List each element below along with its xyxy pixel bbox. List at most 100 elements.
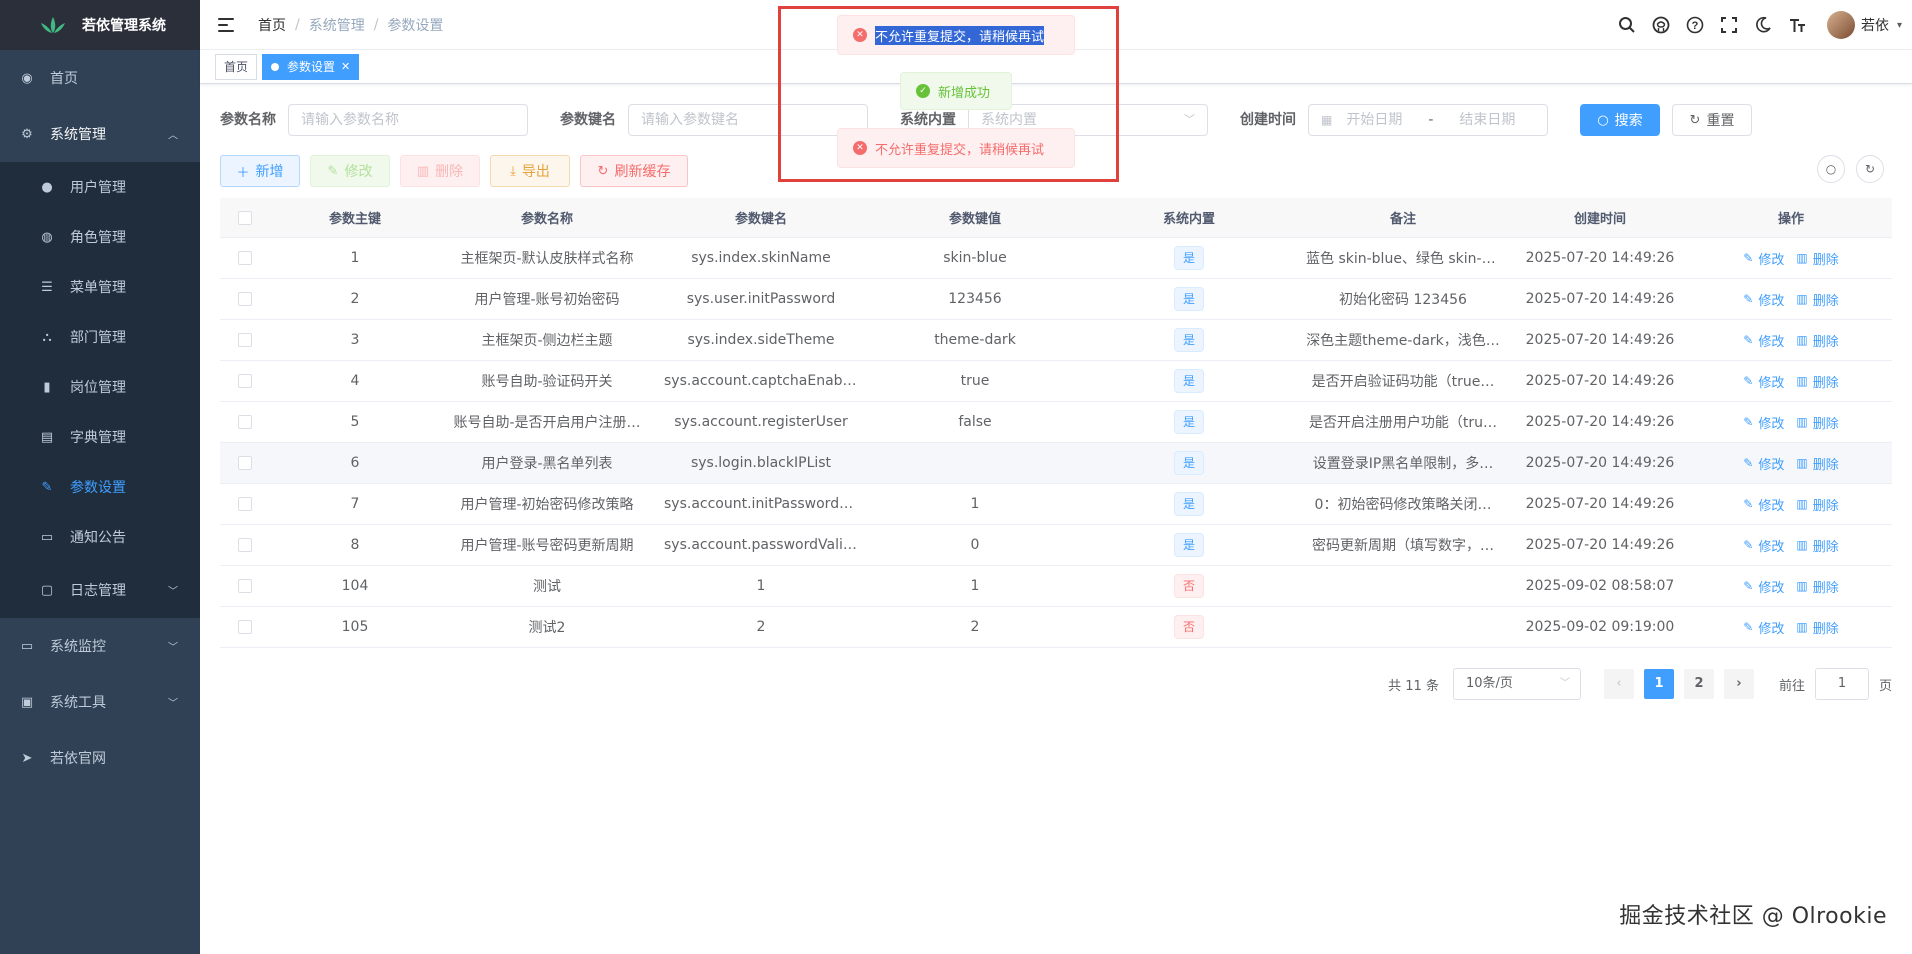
table-row[interactable]: 1 主框架页-默认皮肤样式名称 sys.index.skinName skin-blu… [220,238,1892,279]
table-row[interactable]: 6 用户登录-黑名单列表 sys.login.blackIPList 是 设置登录IP黑… [220,443,1892,484]
caret-down-icon[interactable]: ▾ [1897,20,1902,31]
github-icon[interactable] [1651,15,1671,35]
sidebar-item-post[interactable]: ▮ 岗位管理 [0,362,200,412]
breadcrumb-item[interactable]: 系统管理 [309,15,365,35]
sidebar-item-system[interactable]: ⚙ 系统管理 ︿ [0,106,200,162]
table-row[interactable]: 105 测试2 2 2 否 2025-09-02 09:19:00 ✎ 修改 ▥ 删除 [220,607,1892,648]
column-header: 操作 [1777,212,1804,227]
table-row[interactable]: 8 用户管理-账号密码更新周期 sys.account.passwordValid…… [220,525,1892,566]
next-page-button[interactable]: › [1723,669,1754,699]
error-icon: ✕ [853,28,867,42]
row-edit-button[interactable]: ✎ 修改 [1743,454,1784,473]
row-delete-button[interactable]: ▥ 删除 [1796,331,1838,350]
row-checkbox[interactable] [238,579,252,593]
row-edit-button[interactable]: ✎ 修改 [1743,413,1784,432]
row-edit-button[interactable]: ✎ 修改 [1743,290,1784,309]
sidebar-item-log[interactable]: ▢ 日志管理 ﹀ [0,562,200,618]
username[interactable]: 若依 [1861,15,1889,35]
prev-page-button[interactable]: ‹ [1603,669,1634,699]
sidebar-item-user[interactable]: ● 用户管理 [0,162,200,212]
row-delete-button[interactable]: ▥ 删除 [1796,290,1838,309]
row-edit-button[interactable]: ✎ 修改 [1743,495,1784,514]
search-button[interactable]: ○ 搜索 [1580,104,1660,136]
table-row[interactable]: 104 测试 1 1 否 2025-09-02 08:58:07 ✎ 修改 ▥ 删除 [220,566,1892,607]
tree-icon: ⛬ [42,329,52,345]
fullscreen-icon[interactable] [1719,15,1739,35]
page-button[interactable]: 2 [1683,669,1714,699]
row-delete-button[interactable]: ▥ 删除 [1796,618,1838,637]
toggle-search-button[interactable]: ○ [1817,155,1845,183]
logo[interactable]: 若依管理系统 [0,0,200,50]
row-delete-button[interactable]: ▥ 删除 [1796,454,1838,473]
cell-value: 1 [970,496,980,512]
sidebar-item-dept[interactable]: ⛬ 部门管理 [0,312,200,362]
refresh-table-button[interactable]: ↻ [1856,155,1884,183]
row-edit-button[interactable]: ✎ 修改 [1743,249,1784,268]
sidebar-item-menu[interactable]: ☰ 菜单管理 [0,262,200,312]
row-edit-button[interactable]: ✎ 修改 [1743,331,1784,350]
row-edit-button[interactable]: ✎ 修改 [1743,372,1784,391]
add-button[interactable]: ＋新增 [220,155,300,187]
question-icon[interactable]: ? [1685,15,1705,35]
row-edit-button[interactable]: ✎ 修改 [1743,618,1784,637]
row-checkbox[interactable] [238,456,252,470]
row-checkbox[interactable] [238,415,252,429]
page-button[interactable]: 1 [1643,669,1674,699]
builtin-tag: 是 [1173,410,1204,434]
sidebar-item-tool[interactable]: ▣ 系统工具 ﹀ [0,674,200,730]
row-delete-button[interactable]: ▥ 删除 [1796,536,1838,555]
breadcrumb-item[interactable]: 首页 [258,15,286,35]
moon-icon[interactable] [1753,15,1773,35]
font-size-icon[interactable] [1787,15,1807,35]
row-delete-button[interactable]: ▥ 删除 [1796,413,1838,432]
date-range-picker[interactable]: ▦ 开始日期 - 结束日期 [1308,104,1548,136]
row-edit-button[interactable]: ✎ 修改 [1743,536,1784,555]
row-checkbox[interactable] [238,497,252,511]
sidebar-item-monitor[interactable]: ▭ 系统监控 ﹀ [0,618,200,674]
reset-button[interactable]: ↻ 重置 [1672,104,1752,136]
delete-button[interactable]: ▥ 删除 [400,155,480,187]
search-icon[interactable] [1617,15,1637,35]
table-row[interactable]: 4 账号自助-验证码开关 sys.account.captchaEnabled tru… [220,361,1892,402]
row-checkbox[interactable] [238,374,252,388]
active-dot-icon [271,62,280,71]
sidebar-item-config[interactable]: ✎ 参数设置 [0,462,200,512]
tag-home[interactable]: 首页 [215,53,258,80]
sidebar-item-site[interactable]: ➤ 若依官网 [0,730,200,786]
chevron-down-icon: ﹀ [1559,678,1570,689]
tag-config[interactable]: 参数设置 ✕ [262,53,360,80]
hamburger-icon[interactable] [218,17,234,32]
goto-page-input[interactable]: 1 [1814,668,1869,700]
row-delete-button[interactable]: ▥ 删除 [1796,372,1838,391]
table-row[interactable]: 2 用户管理-账号初始密码 sys.user.initPassword 123456 是… [220,279,1892,320]
table-row[interactable]: 7 用户管理-初始密码修改策略 sys.account.initPasswordM…… [220,484,1892,525]
row-checkbox[interactable] [238,333,252,347]
row-checkbox[interactable] [238,251,252,265]
select-all-checkbox[interactable] [238,210,252,225]
row-edit-button[interactable]: ✎ 修改 [1743,577,1784,596]
avatar[interactable] [1826,11,1855,39]
sidebar-item-home[interactable]: ◉ 首页 [0,50,200,106]
column-header: 参数键名 [734,212,787,227]
table-row[interactable]: 5 账号自助-是否开启用户注册… sys.account.registerUser f… [220,402,1892,443]
cell-name: 主框架页-默认皮肤样式名称 [460,251,634,267]
row-delete-button[interactable]: ▥ 删除 [1796,577,1838,596]
row-checkbox[interactable] [238,620,252,634]
row-delete-button[interactable]: ▥ 删除 [1796,249,1838,268]
page-size-select[interactable]: 10条/页 ﹀ [1452,668,1581,700]
sidebar-item-role[interactable]: ◍ 角色管理 [0,212,200,262]
refresh-cache-button[interactable]: ↻ 刷新缓存 [580,155,688,187]
sidebar-item-label: 部门管理 [70,330,126,346]
row-checkbox[interactable] [238,292,252,306]
message-text: 不允许重复提交，请稍候再试 [875,25,1045,45]
edit-button[interactable]: ✎ 修改 [310,155,390,187]
cell-remark: 设置登录IP黑名单限制，多… [1312,456,1494,472]
table-row[interactable]: 3 主框架页-侧边栏主题 sys.index.sideTheme theme-dark… [220,320,1892,361]
sidebar-item-dict[interactable]: ▤ 字典管理 [0,412,200,462]
config-name-input[interactable]: 请输入参数名称 [288,104,528,136]
close-icon[interactable]: ✕ [341,55,350,79]
row-checkbox[interactable] [238,538,252,552]
row-delete-button[interactable]: ▥ 删除 [1796,495,1838,514]
export-button[interactable]: ⤓ 导出 [490,155,570,187]
sidebar-item-notice[interactable]: ▭ 通知公告 [0,512,200,562]
